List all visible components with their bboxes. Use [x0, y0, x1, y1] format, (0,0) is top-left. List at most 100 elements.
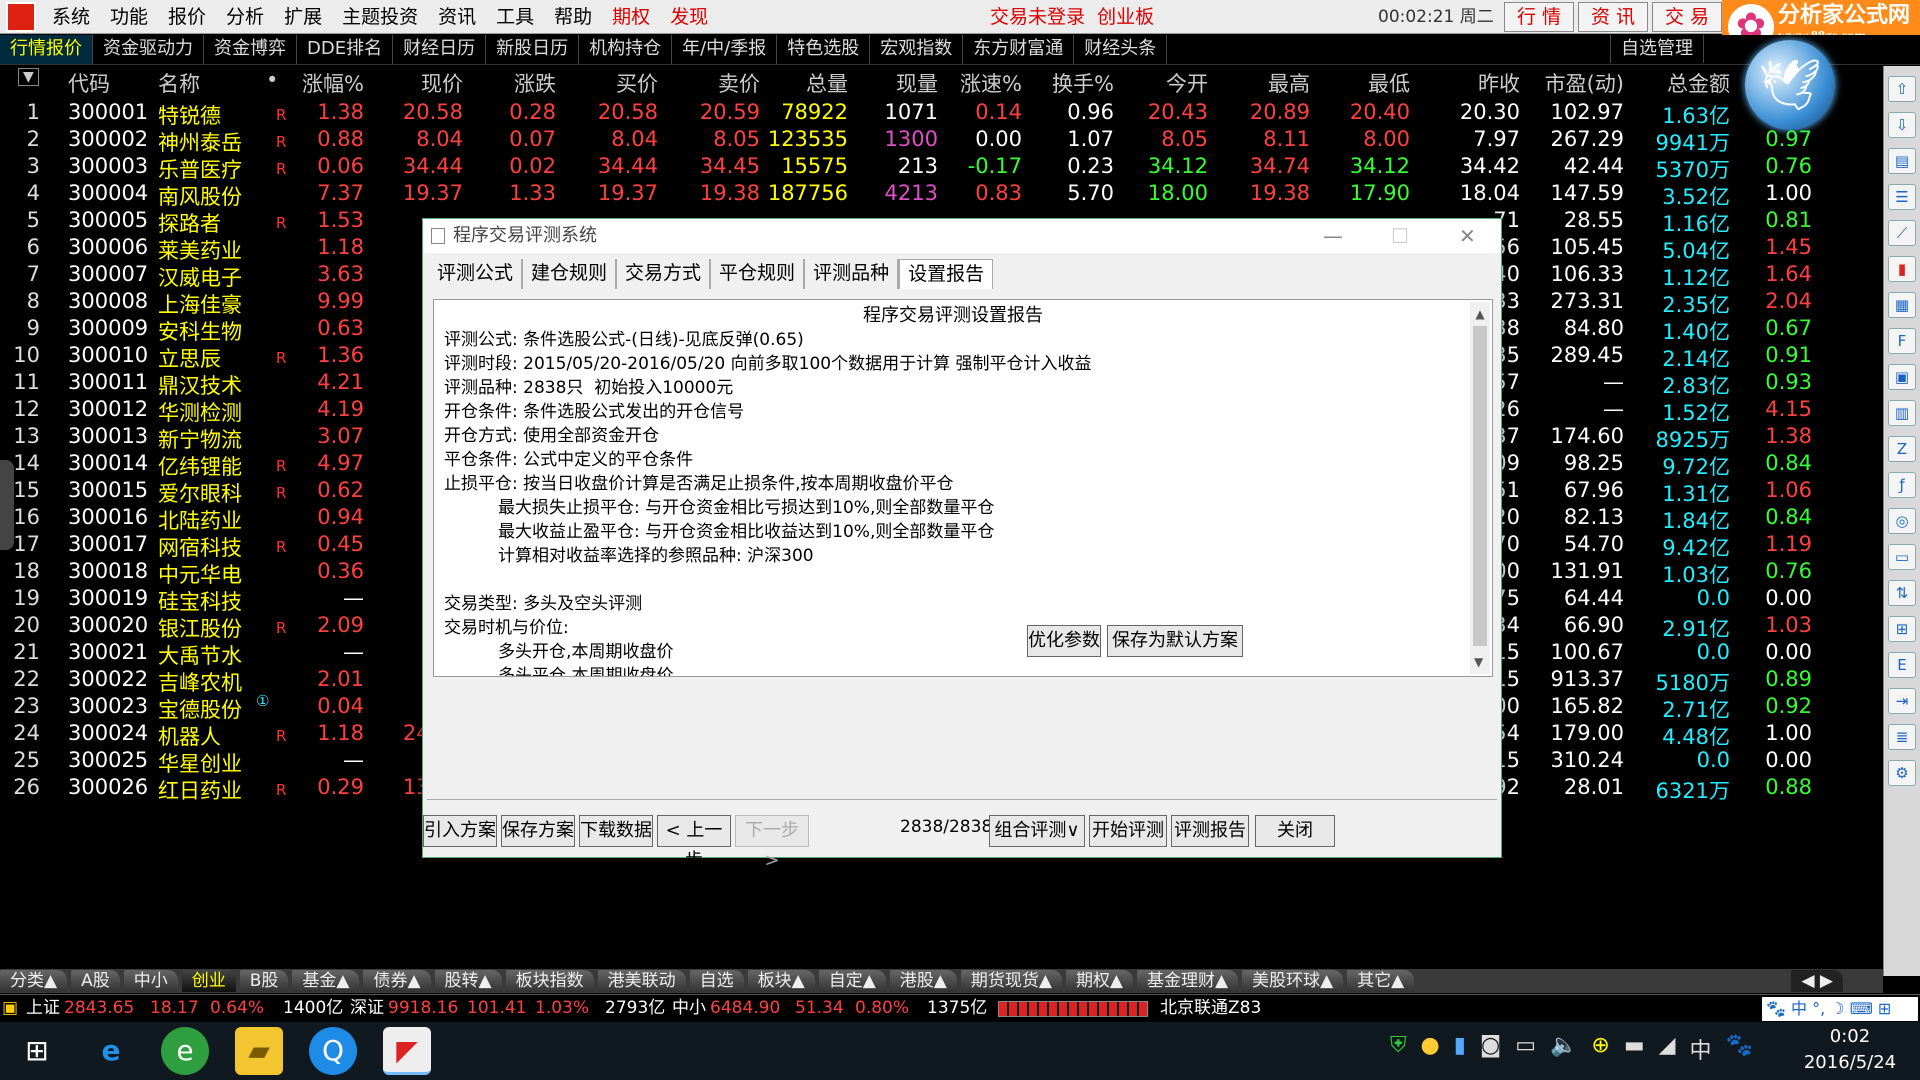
kline-icon[interactable]: ▮ — [1888, 256, 1916, 282]
left-panel-grip[interactable] — [0, 460, 14, 550]
maximize-icon[interactable]: ☐ — [1391, 219, 1409, 253]
menu-item-function[interactable]: 功能 — [100, 0, 158, 34]
circle-icon[interactable]: ◎ — [1888, 508, 1916, 534]
prev-step-button[interactable]: < 上一步 — [657, 815, 731, 871]
bottom-tab[interactable]: 分类▲ — [0, 970, 68, 992]
list-icon[interactable]: ☰ — [1888, 184, 1916, 210]
start-eval-button[interactable]: 开始评测 — [1089, 815, 1167, 847]
quote-button[interactable]: 行 情 — [1504, 2, 1574, 32]
status-menu-icon[interactable]: ▣ — [2, 995, 18, 1022]
col-header-low[interactable]: 最低 — [1318, 68, 1410, 98]
bottom-tab[interactable]: 自选 — [689, 970, 744, 992]
header-select-icon[interactable]: ▼ — [18, 68, 39, 86]
browser-360-icon[interactable]: e — [161, 1027, 209, 1075]
bottom-tab[interactable]: 股转▲ — [434, 970, 502, 992]
file-explorer-icon[interactable]: ▰ — [235, 1027, 283, 1075]
bottom-tab[interactable]: 港股▲ — [889, 970, 957, 992]
trade-button[interactable]: 交 易 — [1652, 2, 1722, 32]
sh-label[interactable]: 上证 — [26, 995, 60, 1022]
bottom-tab[interactable]: 债券▲ — [363, 970, 431, 992]
f10-icon[interactable]: ▤ — [1888, 148, 1916, 174]
tab-fund-game[interactable]: 资金博弈 — [204, 35, 297, 64]
edge-browser-icon[interactable]: e — [87, 1027, 135, 1075]
table-icon[interactable]: ▦ — [1888, 292, 1916, 318]
next-step-button[interactable]: 下一步 > — [735, 815, 809, 871]
bottom-tab[interactable]: 板块▲ — [747, 970, 815, 992]
clip-icon[interactable]: ▮ — [1454, 1033, 1466, 1065]
tab-reports[interactable]: 年/中/季报 — [672, 35, 778, 64]
volume-icon[interactable]: 🔈 — [1550, 1033, 1577, 1065]
qq-browser-icon[interactable]: Q — [309, 1027, 357, 1075]
tab-fund-drive[interactable]: 资金驱动力 — [93, 35, 204, 64]
col-header-open[interactable]: 今开 — [1118, 68, 1208, 98]
fio-icon[interactable]: F — [1888, 328, 1916, 354]
start-windows-icon[interactable]: ⊞ — [13, 1027, 61, 1075]
fiz-icon[interactable]: Z — [1888, 436, 1916, 462]
col-header-speed[interactable]: 涨速% — [940, 68, 1022, 98]
tab-finance-calendar[interactable]: 财经日历 — [393, 35, 487, 64]
minimize-icon[interactable]: — — [1323, 219, 1343, 253]
target-icon[interactable]: ⊞ — [1888, 616, 1916, 642]
news-button[interactable]: 资 讯 — [1578, 2, 1648, 32]
bottom-tab[interactable]: 基金▲ — [292, 970, 360, 992]
menu-item-news[interactable]: 资讯 — [428, 0, 486, 34]
tab-open-rules[interactable]: 建仓规则 — [523, 259, 618, 289]
menu-item-help[interactable]: 帮助 — [544, 0, 602, 34]
tab-close-rules[interactable]: 平仓规则 — [711, 259, 806, 289]
paw-icon[interactable]: 🐾 — [1726, 1033, 1753, 1065]
scroll-up-icon[interactable]: ⇧ — [1888, 76, 1916, 102]
optimize-params-button[interactable]: 优化参数 — [1027, 625, 1101, 657]
menu-item-extend[interactable]: 扩展 — [274, 0, 332, 34]
bottom-tab[interactable]: A股 — [71, 970, 120, 992]
eval-report-button[interactable]: 评测报告 — [1171, 815, 1249, 847]
report-scrollbar[interactable]: ▲ ▼ — [1470, 302, 1490, 674]
close-icon[interactable]: ✕ — [1459, 219, 1476, 253]
paint-icon[interactable]: ● — [1421, 1033, 1440, 1065]
bottom-tab[interactable]: 港美联动 — [597, 970, 686, 992]
tab-headlines[interactable]: 财经头条 — [1074, 35, 1168, 64]
col-header-vol[interactable]: 总量 — [760, 68, 848, 98]
bottom-tab[interactable]: 其它▲ — [1347, 970, 1415, 992]
bottom-tab[interactable]: 基金理财▲ — [1137, 970, 1239, 992]
taskbar-clock[interactable]: 0:02 2016/5/24 — [1795, 1024, 1905, 1076]
col-header-cur[interactable]: 现量 — [850, 68, 938, 98]
import-scheme-button[interactable]: 引入方案 — [423, 815, 497, 847]
save-default-button[interactable]: 保存为默认方案 — [1107, 625, 1243, 657]
col-header-amount[interactable]: 总金额 — [1626, 68, 1730, 98]
folder-icon[interactable]: ▭ — [1888, 544, 1916, 570]
report-textbox[interactable]: 程序交易评测设置报告 ▲ ▼ 评测公式: 条件选股公式-(日线)-见底反弹(0.… — [433, 299, 1493, 677]
ime-toolbar[interactable]: 🐾 中 °, ☽ ⌨ ⊞ — [1762, 997, 1918, 1021]
bottom-tab-scroll-arrows[interactable]: ◀ ▶ — [1791, 970, 1843, 992]
save-scheme-button[interactable]: 保存方案 — [501, 815, 575, 847]
menu-item-analysis[interactable]: 分析 — [216, 0, 274, 34]
line-chart-icon[interactable]: ⟋ — [1888, 220, 1916, 246]
etf-icon[interactable]: E — [1888, 652, 1916, 678]
tab-macro-index[interactable]: 宏观指数 — [870, 35, 964, 64]
sz-label[interactable]: 深证 — [350, 995, 384, 1022]
tab-institution-holdings[interactable]: 机构持仓 — [579, 35, 673, 64]
doc-icon[interactable]: ▥ — [1888, 400, 1916, 426]
stack-icon[interactable]: ≣ — [1888, 724, 1916, 750]
combo-eval-dropdown[interactable]: 组合评测∨ — [989, 815, 1085, 847]
col-header-pe[interactable]: 市盈(动) — [1522, 68, 1624, 98]
scroll-thumb[interactable] — [1473, 326, 1487, 646]
tab-eval-symbols[interactable]: 评测品种 — [805, 259, 900, 289]
tab-quotes[interactable]: 行情报价 — [0, 35, 93, 64]
bottom-tab[interactable]: 美股环球▲ — [1242, 970, 1344, 992]
tab-featured-picks[interactable]: 特色选股 — [777, 35, 871, 64]
ime-indicator[interactable]: 中 — [1690, 1033, 1712, 1065]
col-header-prev[interactable]: 昨收 — [1410, 68, 1520, 98]
report-icon[interactable]: ▣ — [1888, 364, 1916, 390]
scroll-up-arrow-icon[interactable]: ▲ — [1470, 302, 1490, 326]
bottom-tab[interactable]: 板块指数 — [505, 970, 594, 992]
close-dialog-button[interactable]: 关闭 — [1255, 815, 1335, 847]
bottom-tab[interactable]: 自定▲ — [818, 970, 886, 992]
bottom-tab[interactable]: B股 — [239, 970, 289, 992]
tab-watchlist-manage[interactable]: 自选管理 — [1610, 35, 1704, 63]
scroll-down-arrow-icon[interactable]: ▼ — [1474, 650, 1483, 674]
tab-trade-mode[interactable]: 交易方式 — [617, 259, 712, 289]
menu-item-options[interactable]: 期权 — [602, 0, 660, 34]
menu-item-system[interactable]: 系统 — [42, 0, 100, 34]
bottom-tab[interactable]: 创业 — [181, 970, 236, 992]
bottom-tab[interactable]: 期权▲ — [1065, 970, 1134, 992]
